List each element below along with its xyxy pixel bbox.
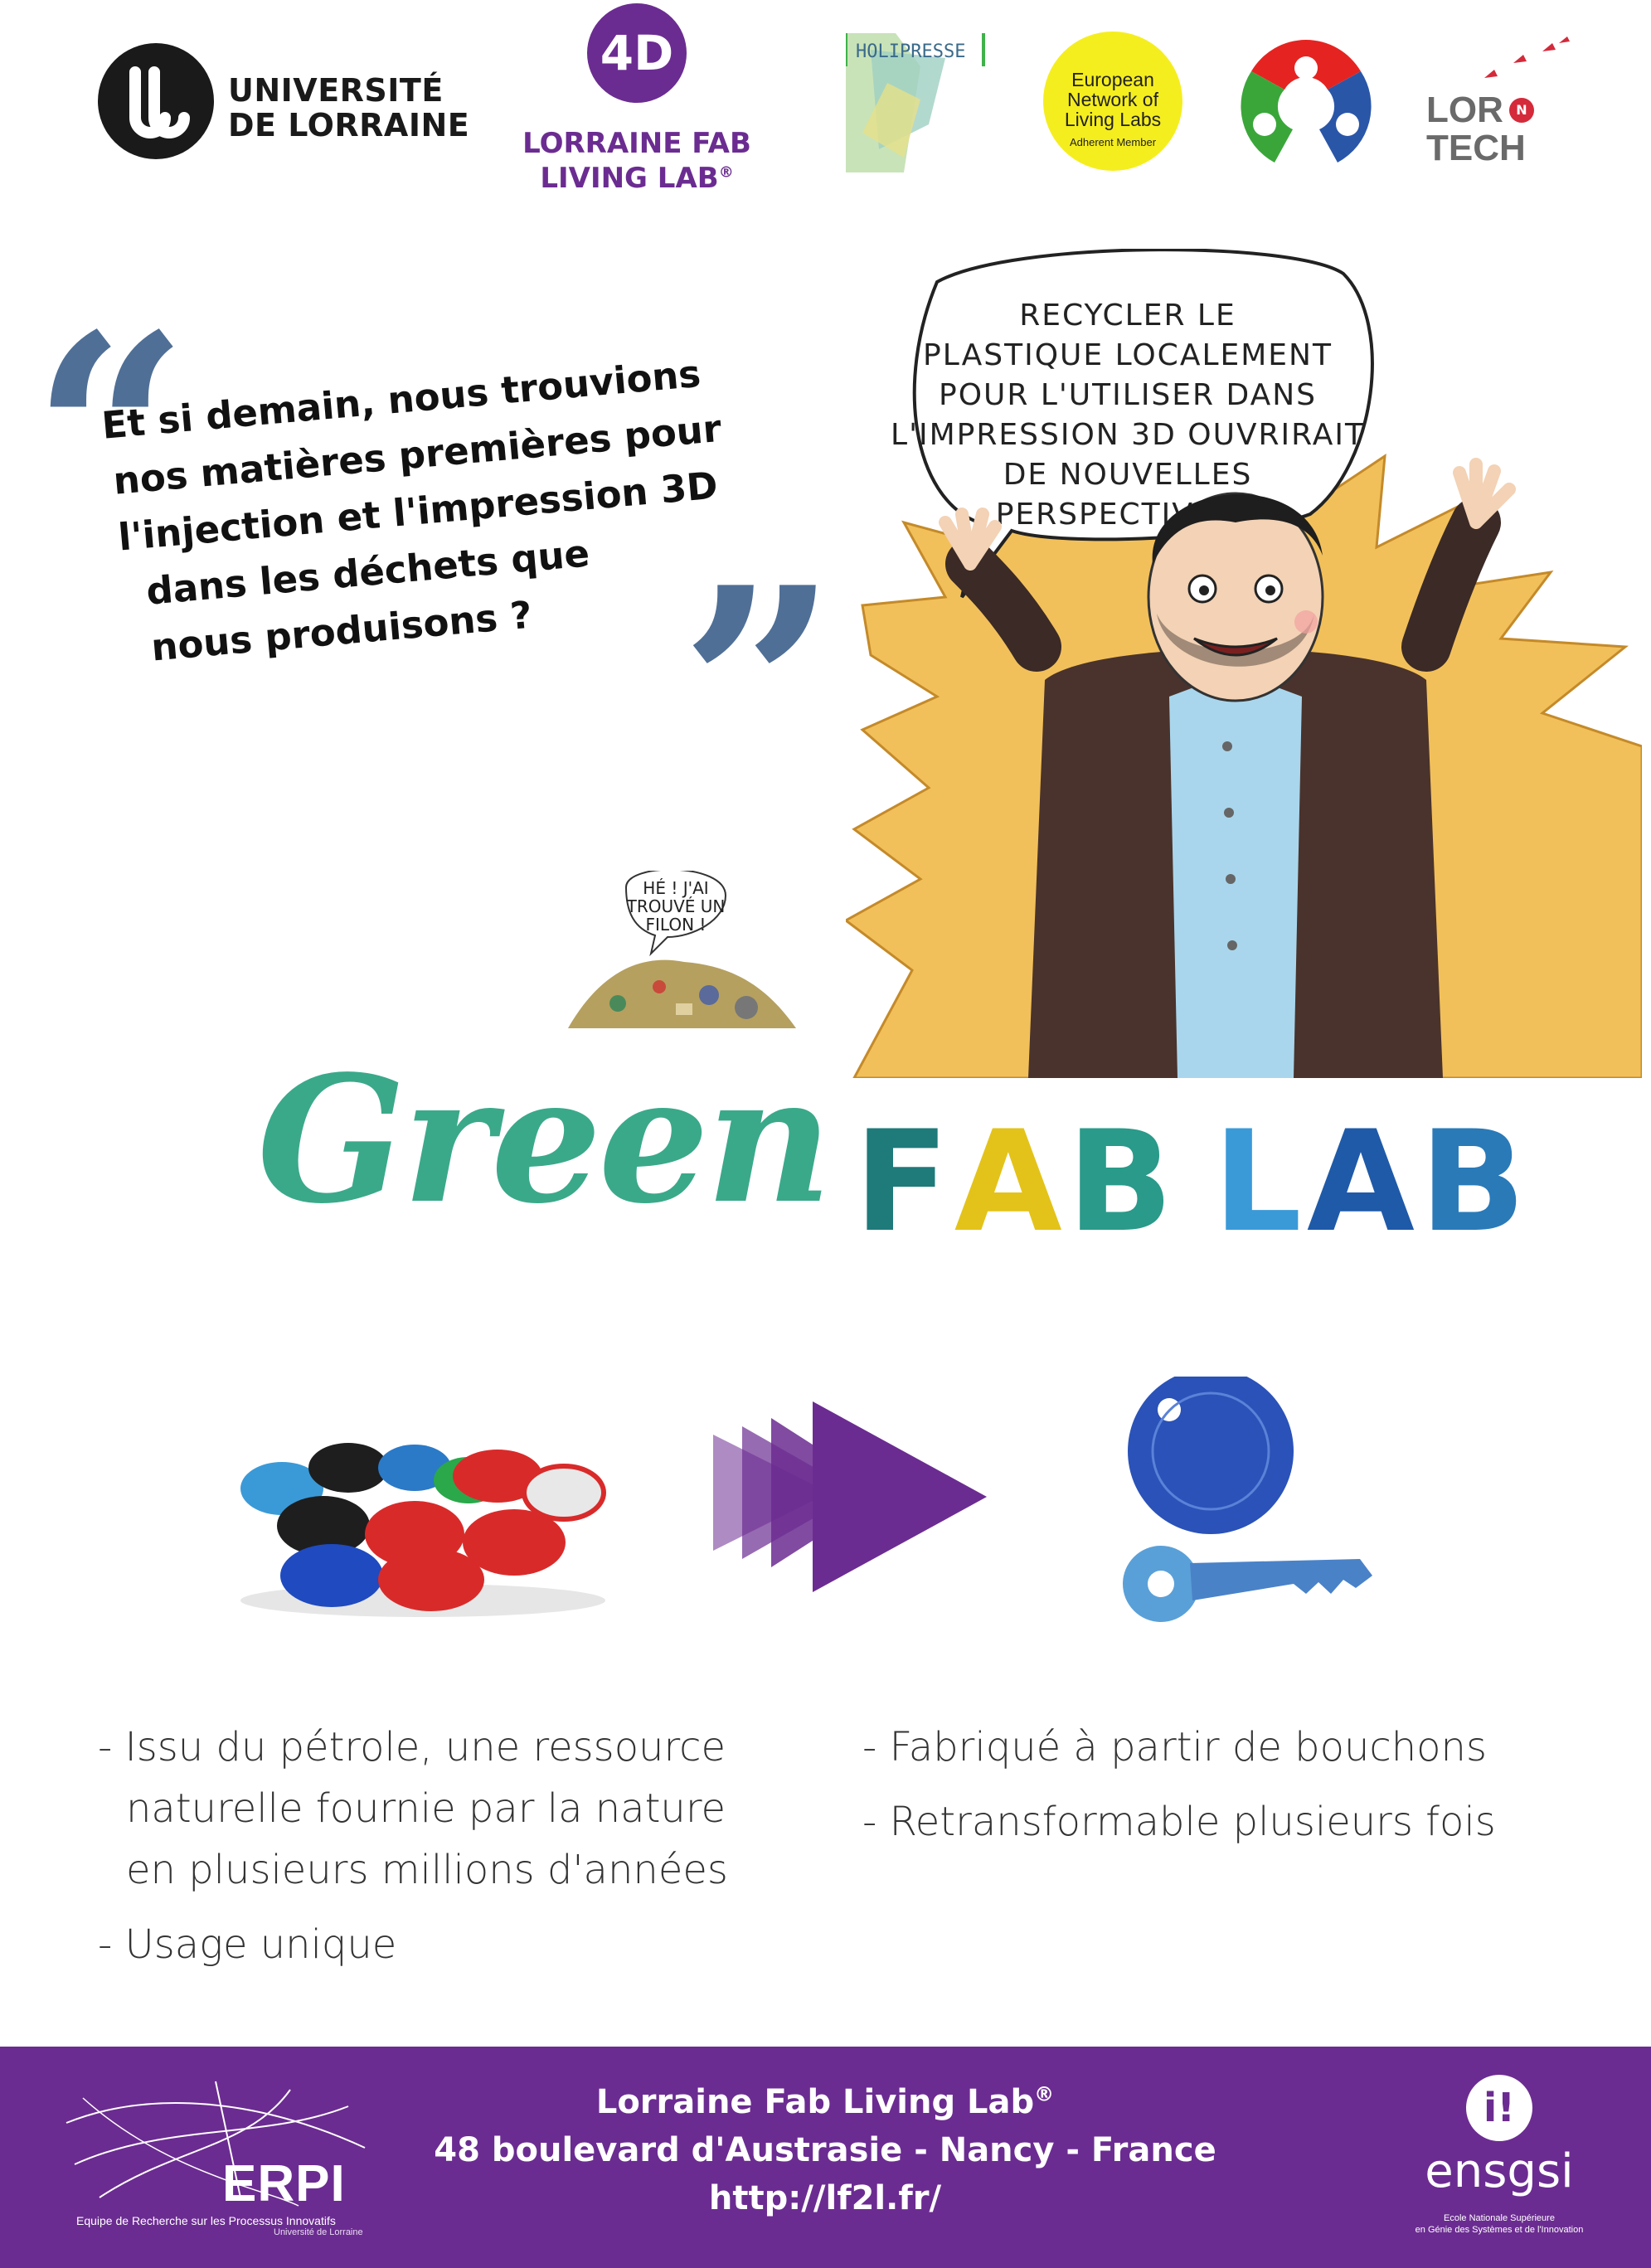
footer-lab-name: Lorraine Fab Living Lab [595,2083,1035,2121]
list-item-continuation: naturelle fournie par la nature [126,1785,726,1832]
small-speech-line: HÉ ! J'AI [643,878,708,898]
erpi-subtitle: Equipe de Recherche sur les Processus In… [76,2214,336,2227]
fab-letter: F [854,1100,949,1263]
footer-street: 48 boulevard d'Austrasie - Nancy - Franc… [434,2131,1216,2169]
lorntech-n-badge: N [1509,98,1534,123]
lorntech-line2: TECH [1426,128,1526,168]
list-item: - Retransformable plusieurs fois [862,1799,1496,1845]
fablab-reg: ® [718,163,734,182]
speech-line: PLASTIQUE LOCALEMENT [923,338,1333,372]
fablab-4d-logo: 4D [587,3,687,103]
list-item: - Usage unique [98,1921,397,1968]
ensgsi-sub2: en Génie des Systèmes et de l'Innovation [1415,2225,1584,2235]
footer-website-link[interactable]: http://lf2l.fr/ [415,2174,1236,2222]
bottle-caps-image [240,1443,606,1617]
footer-reg: ® [1034,2082,1055,2106]
holipresse-logo-text: HOLIPRESSE [856,41,966,62]
footer-address: Lorraine Fab Living Lab® 48 boulevard d'… [415,2078,1236,2222]
univ-lorraine-logo-text: UNIVERSITÉ DE LORRAINE [228,73,469,143]
close-quote-icon: ” [680,527,838,849]
erpi-university: Université de Lorraine [274,2227,363,2237]
fossil-plastic-list: - Issu du pétrole, une ressource naturel… [98,1717,811,1975]
fablab-4d-logo-text: LORRAINE FAB LIVING LAB® [498,126,776,196]
enoll-line3: Living Labs [1064,109,1162,130]
enoll-line2: Network of [1067,89,1158,110]
fab-letter: A [954,1100,1062,1263]
ensgsi-icon: i! [1466,2075,1532,2141]
fab-foundation-icon [1241,40,1372,163]
recycled-plastic-objects-image [1123,1377,1372,1622]
list-item: - Issu du pétrole, une ressource [98,1724,726,1770]
ul-monogram-icon [98,43,214,159]
speech-line: DE NOUVELLES [1003,458,1253,492]
fablab-line2: LIVING LAB [540,162,719,195]
list-item: - Fabriqué à partir de bouchons [862,1724,1487,1770]
lab-letter: B [1419,1100,1527,1263]
speech-line: RECYCLER LE [1019,299,1236,333]
arrow-icon [713,1401,987,1592]
fablab-line1: LORRAINE FAB [522,127,751,160]
birds-icon [1484,36,1570,78]
speech-line: L'IMPRESSION 3D OUVRIRAIT [891,418,1365,452]
waste-pile-illustration: HÉ ! J'AI TROUVÉ UN FILON ! [568,871,796,1028]
univ-line2: DE LORRAINE [228,107,470,143]
fab-letter: B [1066,1100,1173,1263]
list-item-continuation: en plusieurs millions d'années [126,1847,728,1893]
recycled-plastic-list: - Fabriqué à partir de bouchons - Retran… [862,1717,1642,1853]
enoll-line1: European [1071,69,1154,90]
ensgsi-logo-text: ensgsi [1425,2144,1574,2198]
lab-letter: A [1306,1100,1415,1263]
univ-line1: UNIVERSITÉ [228,72,444,109]
erpi-logo-text: ERPI [222,2155,346,2212]
enoll-logo-text: European Network of Living Labs [1043,70,1182,129]
small-speech-line: TROUVÉ UN [626,896,726,916]
fablab-title: FAB LAB [854,1111,1531,1252]
ensgsi-subtitle: Ecole Nationale Supérieure en Génie des … [1401,2212,1597,2236]
speech-line: POUR L'UTILISER DANS [939,378,1317,412]
ensgsi-sub1: Ecole Nationale Supérieure [1444,2213,1555,2223]
comic-illustration: RECYCLER LE PLASTIQUE LOCALEMENT POUR L'… [846,249,1642,1078]
lab-letter: L [1212,1100,1302,1263]
green-title: Green [257,1037,833,1242]
small-speech-line: FILON ! [646,915,707,935]
enoll-sub: Adherent Member [1069,136,1157,148]
